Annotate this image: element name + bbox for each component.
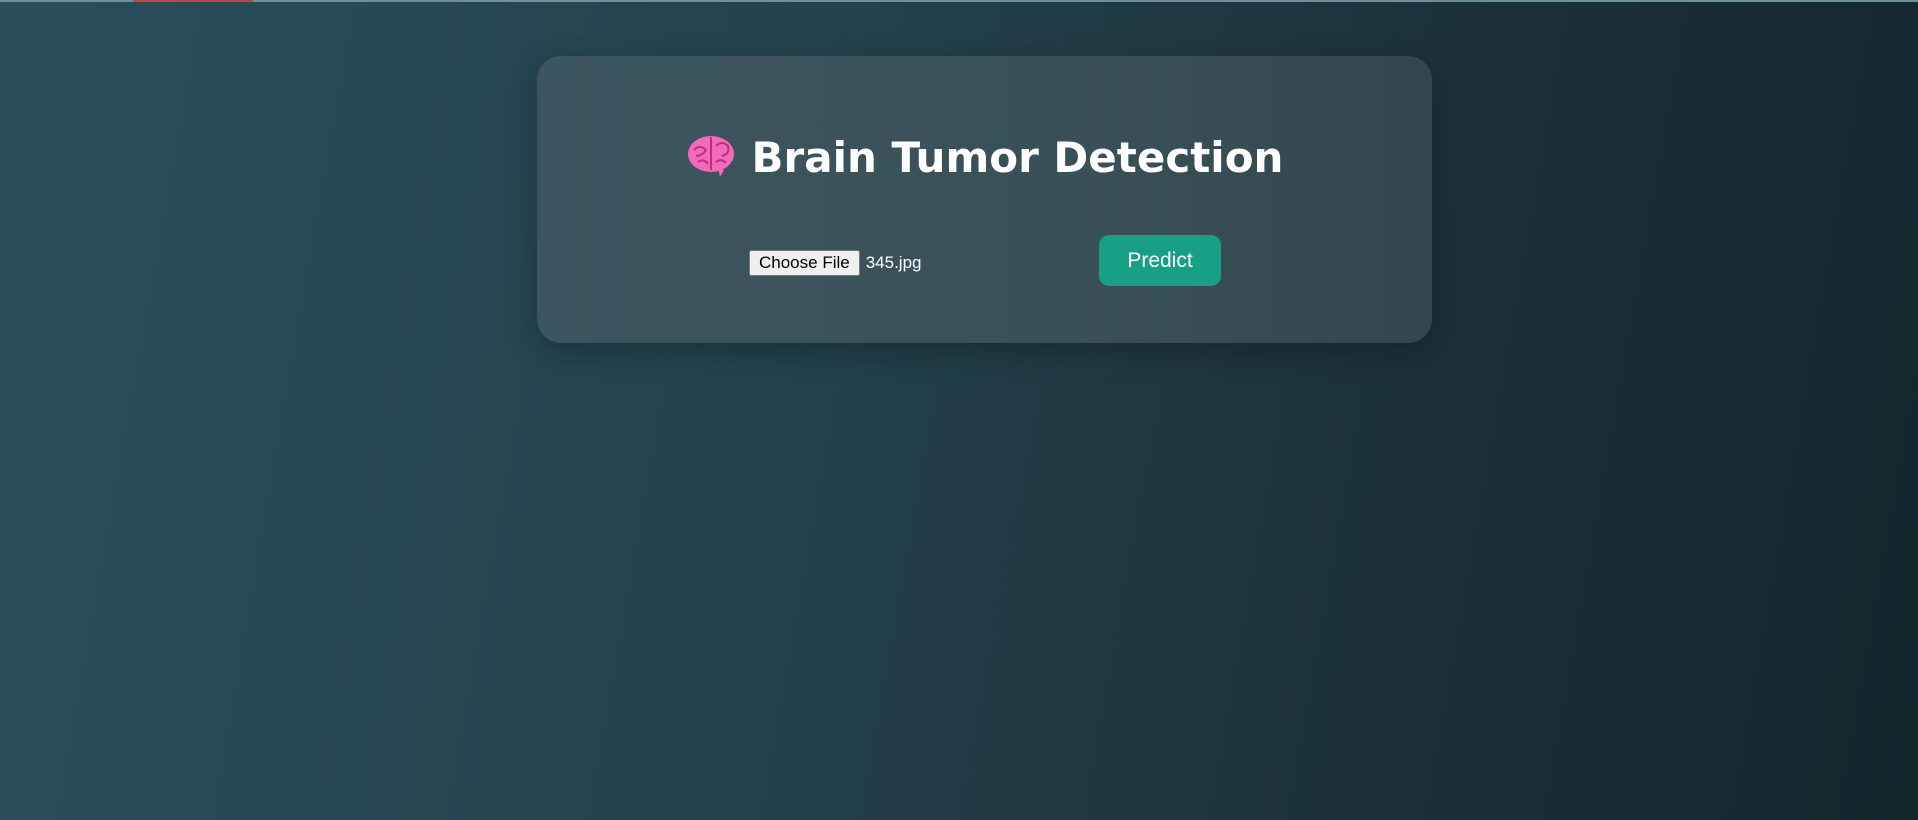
loading-indicator	[133, 0, 253, 2]
choose-file-button[interactable]: Choose File	[749, 250, 860, 276]
predict-button[interactable]: Predict	[1099, 235, 1221, 286]
selected-file-name: 345.jpg	[865, 253, 922, 272]
file-upload: Choose File 345.jpg	[749, 249, 922, 277]
detection-card: Brain Tumor Detection Choose File 345.jp…	[537, 56, 1432, 343]
page-title-text: Brain Tumor Detection	[751, 133, 1284, 182]
browser-top-border	[0, 0, 1918, 2]
brain-icon	[686, 132, 736, 188]
page-title: Brain Tumor Detection	[537, 132, 1432, 188]
